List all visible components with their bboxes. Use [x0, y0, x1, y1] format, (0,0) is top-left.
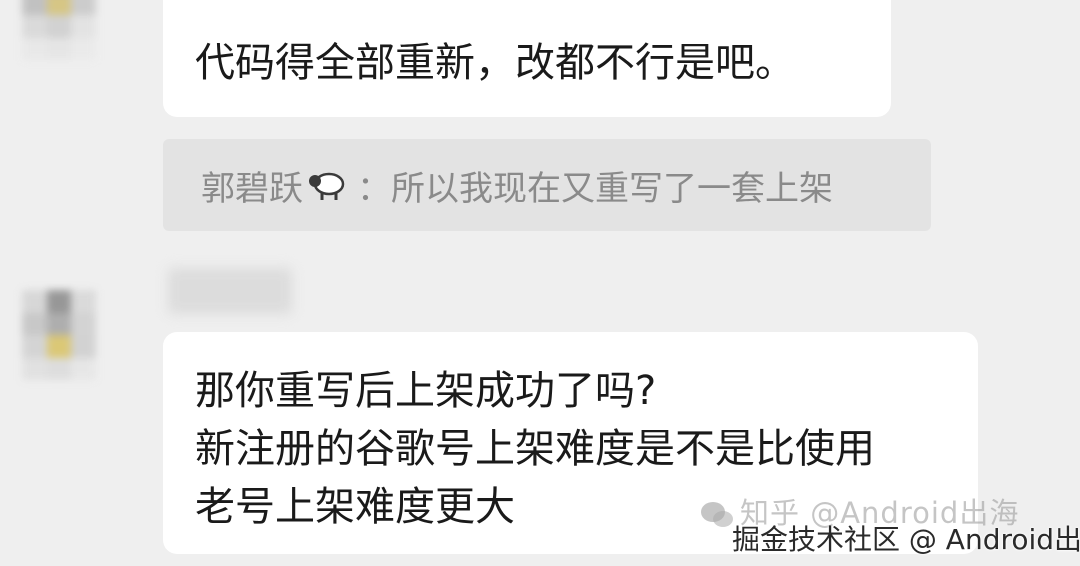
wechat-icon — [701, 502, 733, 527]
message-line: 新注册的谷歌号上架难度是不是比使用 — [195, 426, 875, 472]
quoted-message[interactable]: 郭碧跃 ： 所以我现在又重写了一套上架 — [163, 139, 931, 231]
message-bubble[interactable]: 代码得全部重新，改都不行是吧。 — [163, 0, 891, 117]
quote-separator: ： — [357, 168, 391, 209]
avatar[interactable] — [22, 290, 96, 380]
quote-author: 郭碧跃 — [201, 168, 303, 209]
avatar[interactable] — [22, 0, 96, 60]
nickname-placeholder — [168, 268, 292, 314]
message-line: 那你重写后上架成功了吗? — [195, 368, 657, 414]
sheep-icon — [309, 172, 345, 200]
juejin-watermark: 掘金技术社区 @ Android出海 — [732, 523, 1080, 556]
message-text: 代码得全部重新，改都不行是吧。 — [195, 40, 795, 86]
quote-text: 所以我现在又重写了一套上架 — [391, 168, 833, 209]
